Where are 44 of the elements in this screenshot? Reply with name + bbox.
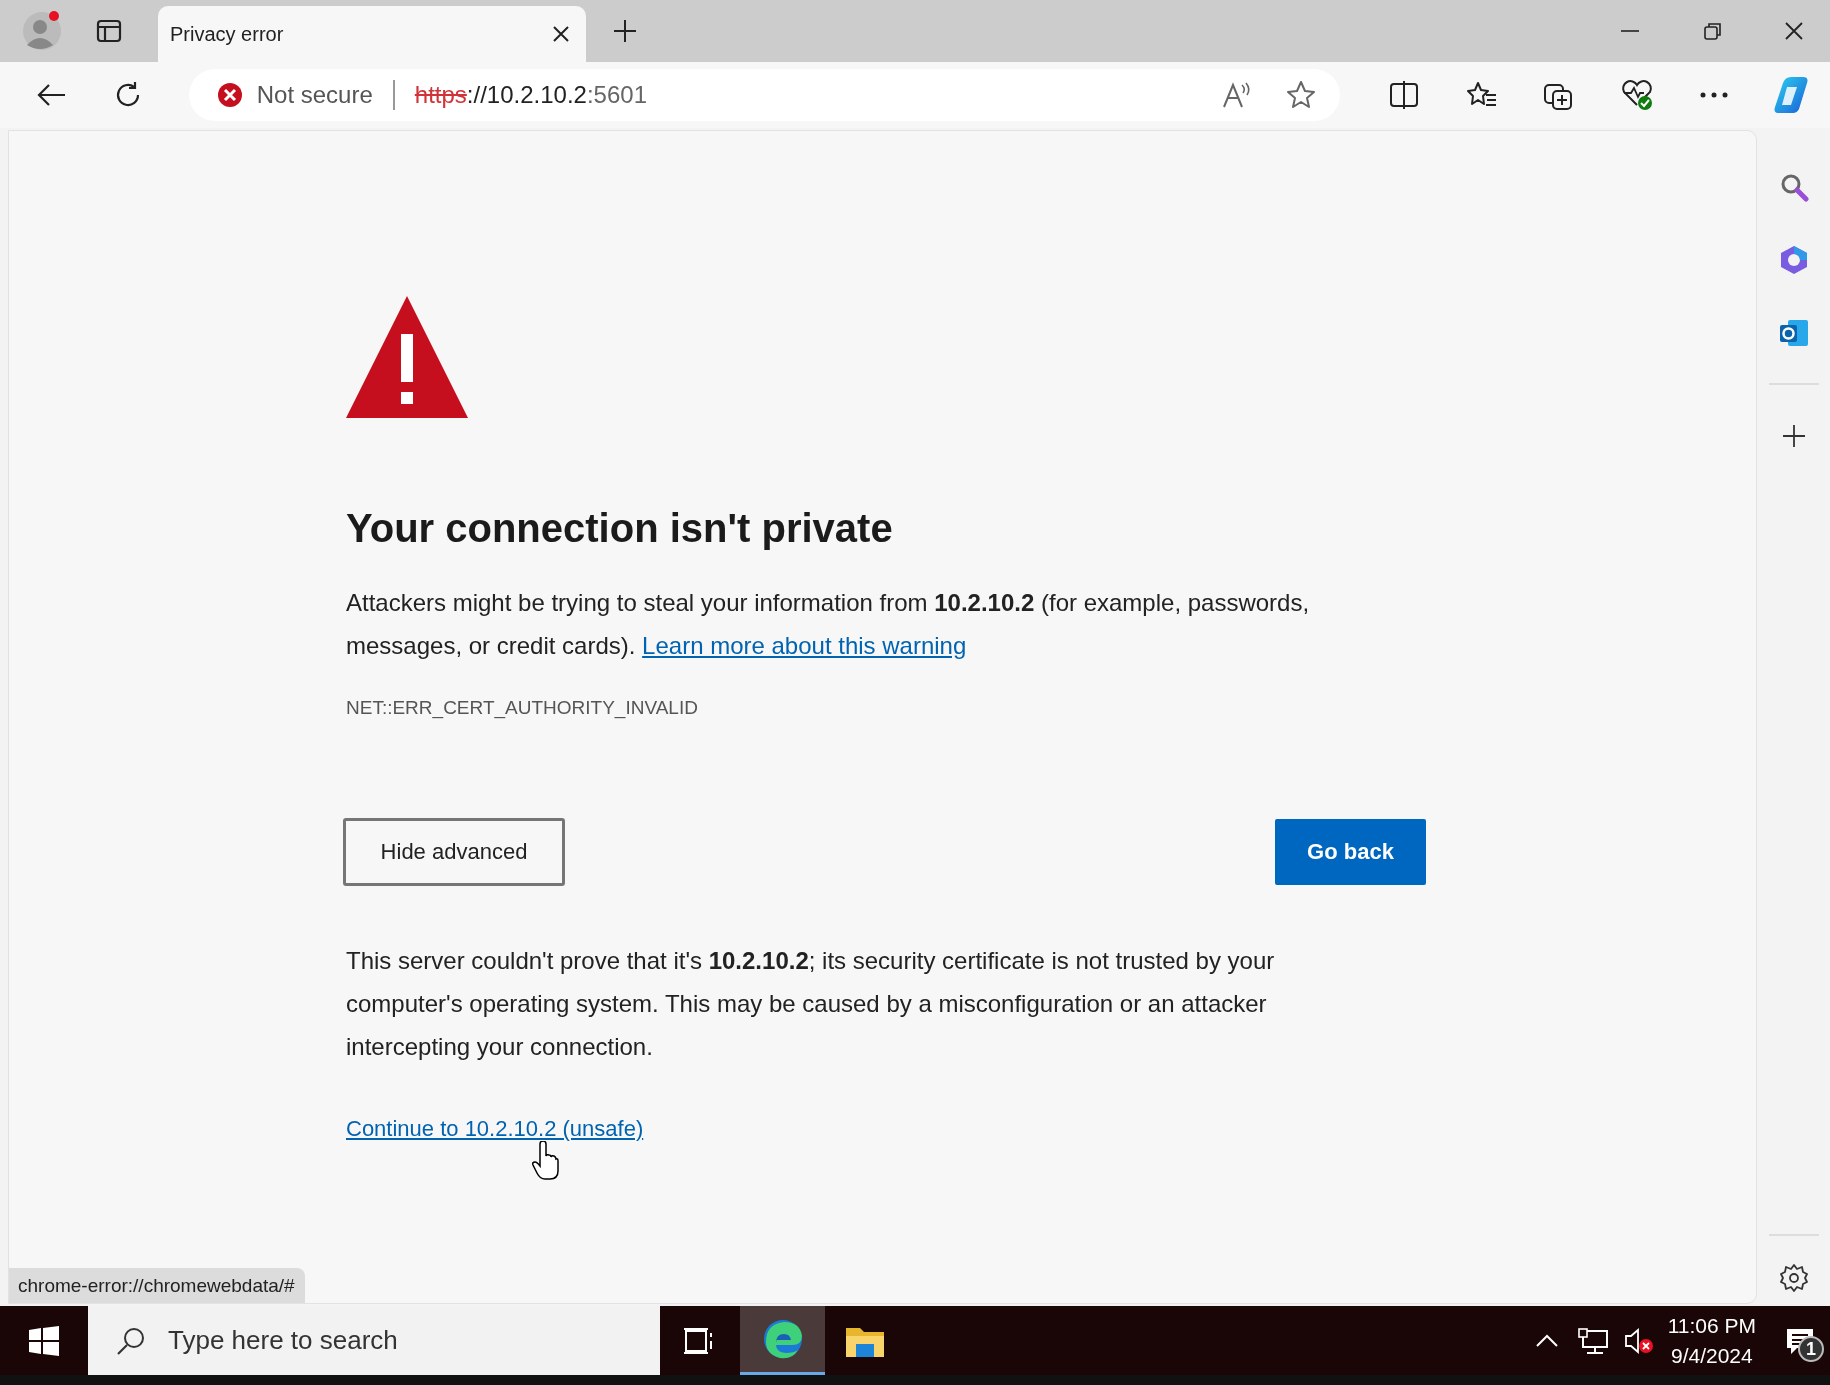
- security-label[interactable]: Not secure: [256, 81, 373, 109]
- error-heading: Your connection isn't private: [346, 506, 894, 551]
- status-url-bubble: chrome-error://chromewebdata/#: [9, 1268, 305, 1303]
- error-icon: [216, 82, 243, 108]
- profile-avatar-icon[interactable]: [20, 9, 64, 53]
- browser-taskbar-button[interactable]: [740, 1306, 825, 1375]
- close-window-icon[interactable]: [1784, 21, 1804, 41]
- go-back-button[interactable]: Go back: [1275, 819, 1426, 885]
- new-tab-icon[interactable]: [613, 19, 637, 43]
- browser-tab[interactable]: Privacy error: [158, 6, 586, 62]
- search-icon: [116, 1325, 146, 1356]
- error-code: NET::ERR_CERT_AUTHORITY_INVALID: [346, 697, 699, 719]
- muted-speaker-icon[interactable]: [1623, 1326, 1654, 1355]
- split-screen-icon[interactable]: [1389, 81, 1420, 109]
- restore-icon[interactable]: [1703, 21, 1723, 41]
- notification-center-button[interactable]: 1: [1770, 1306, 1830, 1375]
- url-text: https://10.2.10.2:5601: [414, 81, 648, 109]
- address-bar[interactable]: Not secure https://10.2.10.2:5601: [188, 69, 1340, 121]
- warning-triangle-icon: [346, 296, 468, 418]
- windows-start-icon[interactable]: [29, 1325, 59, 1356]
- browser-wave-icon: [761, 1318, 804, 1360]
- add-icon[interactable]: [1781, 423, 1806, 448]
- favorite-star-icon[interactable]: [1285, 80, 1316, 110]
- settings-icon[interactable]: [1778, 1263, 1809, 1293]
- chevron-up-icon[interactable]: [1534, 1333, 1559, 1348]
- hand-cursor-icon: [531, 1141, 559, 1181]
- clock-date[interactable]: 9/4/2024: [1670, 1340, 1753, 1371]
- read-aloud-icon[interactable]: [1221, 81, 1252, 109]
- tab-actions-icon[interactable]: [96, 19, 122, 43]
- tab-title: Privacy error: [170, 22, 285, 46]
- clock-time[interactable]: 11:06 PM: [1667, 1310, 1756, 1341]
- health-check-icon[interactable]: [1619, 79, 1654, 111]
- proceed-link[interactable]: Continue to 10.2.10.2 (unsafe): [346, 1116, 644, 1142]
- notification-count: 1: [1798, 1336, 1824, 1362]
- certificate-explanation: This server couldn't prove that it's 10.2.10.2; its security certificate is not trusted by your computer's operating system. This may be caused by a misconfiguration or an attacker intercepting your connection.: [346, 946, 1276, 1062]
- error-message: Attackers might be trying to steal your information from 10.2.10.2 (for example, passwords, messages, or credit cards). Learn more about this warning: [346, 588, 1311, 661]
- network-icon[interactable]: [1576, 1326, 1609, 1355]
- taskbar-search-field[interactable]: Type here to search: [88, 1306, 660, 1375]
- more-icon[interactable]: [1698, 91, 1729, 99]
- search-placeholder: Type here to search: [168, 1325, 398, 1356]
- close-icon[interactable]: [552, 25, 570, 43]
- learn-more-link[interactable]: Learn more about this warning: [642, 632, 967, 659]
- back-arrow-icon[interactable]: [35, 83, 66, 107]
- hide-advanced-button[interactable]: Hide advanced: [343, 818, 565, 886]
